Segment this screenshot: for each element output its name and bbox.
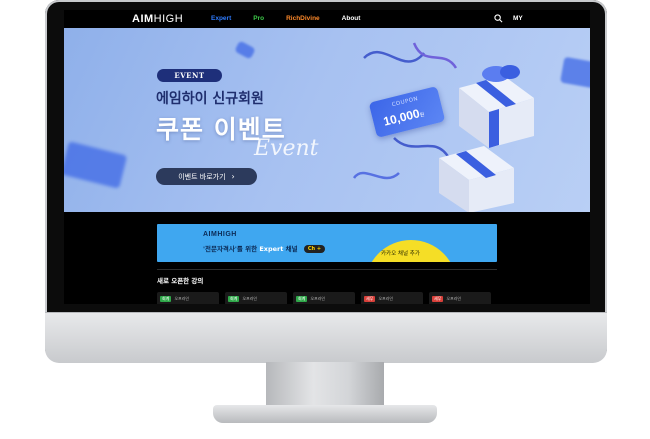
hero-script-text: Event (254, 136, 319, 161)
add-kakao-channel-button[interactable]: 카카오 채널 추가 (381, 249, 420, 257)
course-card[interactable]: 세무 오프라인 (361, 292, 423, 304)
course-category-badge: 세무 (432, 296, 444, 302)
gift-box-icon (439, 65, 534, 212)
coupon-amount: 10,000 (382, 106, 422, 129)
event-shortcut-button[interactable]: 이벤트 바로가기 › (156, 168, 257, 185)
event-badge: EVENT (157, 69, 222, 82)
course-type-label: 오프라인 (310, 296, 326, 301)
top-navigation: AIMHIGH Expert Pro RichDivine About MY (64, 10, 590, 28)
chevron-right-icon: › (231, 172, 235, 181)
hero-banner[interactable]: EVENT 에임하이 신규회원 쿠폰 이벤트 Event 이벤트 바로가기 › … (64, 28, 590, 212)
course-category-badge: 세무 (364, 296, 376, 302)
banner-text-suffix: 채널 (285, 245, 298, 253)
course-card[interactable]: 회계 오프라인 (293, 292, 355, 304)
course-type-label: 오프라인 (242, 296, 258, 301)
course-type-label: 오프라인 (378, 296, 394, 301)
nav-link-expert[interactable]: Expert (211, 15, 231, 22)
banner-text-prefix: '전문자격사'를 위한 (203, 245, 258, 253)
monitor-stand-neck (266, 362, 384, 410)
aimhigh-logo[interactable]: AIMHIGH (132, 13, 183, 25)
course-type-label: 오프라인 (446, 296, 462, 301)
logo-light-text: HIGH (153, 13, 184, 25)
hero-decoration (352, 42, 534, 212)
course-category-badge: 회계 (228, 296, 240, 302)
nav-right: MY (494, 14, 523, 23)
nav-links: Expert Pro RichDivine About (211, 15, 360, 22)
banner-text: '전문자격사'를 위한 Expert 채널 Ch + (203, 243, 326, 253)
new-courses-title: 새로 오픈한 강의 (157, 277, 204, 285)
search-icon[interactable] (494, 14, 503, 23)
event-shortcut-label: 이벤트 바로가기 (178, 172, 226, 181)
monitor-stand-base (213, 405, 437, 423)
nav-link-about[interactable]: About (342, 15, 361, 22)
nav-link-pro[interactable]: Pro (253, 15, 264, 22)
hero-subtitle: 에임하이 신규회원 (156, 91, 264, 107)
monitor-screen: AIMHIGH Expert Pro RichDivine About MY E… (64, 10, 590, 304)
logo-bold-text: AIM (132, 13, 154, 25)
kakao-channel-banner[interactable]: AIMHIGH '전문자격사'를 위한 Expert 채널 Ch + 카카오 채… (157, 224, 497, 262)
nav-link-richdivine[interactable]: RichDivine (286, 15, 320, 22)
banner-logo: AIMHIGH (203, 231, 237, 238)
coupon-unit: 원 (419, 111, 426, 119)
my-page-link[interactable]: MY (513, 15, 523, 22)
course-type-label: 오프라인 (174, 296, 190, 301)
course-card[interactable]: 회계 오프라인 (157, 292, 219, 304)
course-category-badge: 회계 (160, 296, 172, 302)
coupon-value: 10,000원 (382, 105, 426, 129)
course-category-badge: 회계 (296, 296, 308, 302)
channel-plus-pill: Ch + (303, 245, 326, 253)
banner-text-highlight: Expert (259, 245, 284, 253)
section-divider (157, 269, 497, 270)
monitor-chin (45, 312, 607, 363)
course-card[interactable]: 회계 오프라인 (225, 292, 287, 304)
course-card[interactable]: 세무 오프라인 (429, 292, 491, 304)
course-list: 회계 오프라인 회계 오프라인 회계 오프라인 세무 오프라인 세무 오프라인 (157, 292, 491, 304)
